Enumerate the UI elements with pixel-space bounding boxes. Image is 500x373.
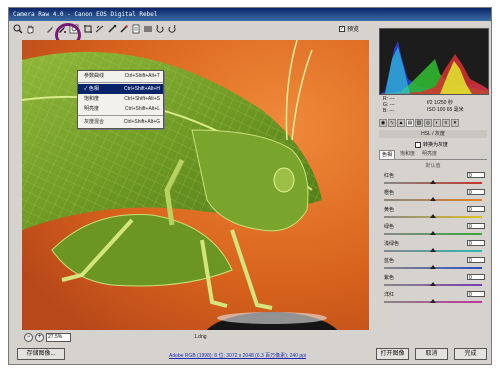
slider-thumb[interactable]: [430, 214, 436, 218]
zoom-out-button[interactable]: −: [24, 333, 33, 342]
menu-item-parametric-curve[interactable]: 参数曲线 Ctrl+Shift+Alt+T: [78, 71, 163, 81]
zoom-level-select[interactable]: 27.5%: [46, 333, 71, 342]
section-title: HSL / 灰度: [379, 130, 487, 138]
done-button[interactable]: 完成: [454, 348, 487, 360]
presets-tab-icon[interactable]: ≡: [442, 119, 450, 127]
slider-row: 蓝色 0: [382, 257, 487, 274]
hand-icon[interactable]: [25, 24, 35, 34]
slider-label: 黄色: [384, 207, 395, 213]
slider-thumb[interactable]: [430, 265, 436, 269]
slider-label: 红色: [384, 173, 395, 179]
slider-row: 洋红 0: [382, 291, 487, 308]
slider-label: 橙色: [384, 190, 395, 196]
slider-label: 绿色: [384, 224, 395, 230]
filename-label: 1.dng: [194, 334, 207, 340]
preview-label: 预览: [347, 27, 360, 33]
slider-value-input[interactable]: 0: [467, 240, 485, 247]
readout-b: B: ---: [383, 108, 395, 114]
lens-tab-icon[interactable]: ◎: [424, 119, 432, 127]
cancel-button[interactable]: 取消: [415, 348, 448, 360]
slider-value-input[interactable]: 0: [467, 206, 485, 213]
slider-value-input[interactable]: 0: [467, 189, 485, 196]
save-image-button[interactable]: 存储图像...: [17, 348, 65, 360]
menu-item-hue[interactable]: ✓ 色相 Ctrl+Shift+Alt+H: [78, 84, 163, 94]
tab-luminance[interactable]: 明亮度: [420, 150, 439, 159]
slider-row: 橙色 0: [382, 189, 487, 206]
panel-menu-icon[interactable]: ▾: [451, 119, 459, 127]
slider-row: 红色 0: [382, 172, 487, 189]
readout-exposure: f/2 1/250 秒: [427, 100, 453, 106]
readout-iso: ISO 100 65 毫米: [427, 107, 464, 113]
preview-checkbox[interactable]: ✓ 预览: [339, 24, 359, 33]
convert-grayscale-checkbox[interactable]: 转换为灰度: [415, 141, 448, 148]
preferences-icon[interactable]: [131, 24, 141, 34]
right-panel: R: --- G: --- B: --- f/2 1/250 秒 ISO 100…: [377, 22, 490, 342]
tab-saturation[interactable]: 饱和度: [398, 150, 417, 159]
slider-label: 紫色: [384, 275, 395, 281]
grasshopper-photo: [22, 40, 369, 330]
zoom-control: − + 27.5%: [24, 333, 71, 342]
split-toning-tab-icon[interactable]: ▥: [415, 119, 423, 127]
grayscale-checkbox-box[interactable]: [415, 141, 421, 148]
slider-thumb[interactable]: [430, 231, 436, 235]
slider-thumb[interactable]: [430, 248, 436, 252]
slider-row: 紫色 0: [382, 274, 487, 291]
rotate-right-icon[interactable]: [167, 24, 177, 34]
tone-curve-tab-icon[interactable]: ∿: [388, 119, 396, 127]
rotate-left-icon[interactable]: [155, 24, 165, 34]
hsl-tab-icon[interactable]: ▤: [406, 119, 414, 127]
histogram: [379, 28, 489, 95]
spot-removal-icon[interactable]: [107, 24, 117, 34]
menu-separator: [78, 115, 163, 116]
slider-thumb[interactable]: [430, 180, 436, 184]
defaults-link[interactable]: 默认值: [379, 162, 487, 169]
slider-label: 蓝色: [384, 258, 395, 264]
camera-raw-window: Camera Raw 4.0 - Canon EOS Digital Rebel…: [8, 7, 492, 365]
hsl-subtabs: 色相 饱和度 明亮度: [379, 150, 487, 160]
adjustment-dropdown-menu: 参数曲线 Ctrl+Shift+Alt+T ✓ 色相 Ctrl+Shift+Al…: [77, 70, 164, 129]
slider-label: 浅绿色: [384, 241, 400, 247]
bottom-bar: 存储图像... Adobe RGB (1998); 8 位; 3072 x 20…: [9, 346, 491, 364]
slider-value-input[interactable]: 0: [467, 172, 485, 179]
slider-value-input[interactable]: 0: [467, 257, 485, 264]
open-image-button[interactable]: 打开图像: [376, 348, 409, 360]
slider-value-input[interactable]: 0: [467, 291, 485, 298]
status-bar: − + 27.5% 1.dng: [22, 333, 369, 343]
slider-row: 绿色 0: [382, 223, 487, 240]
window-title: Camera Raw 4.0 - Canon EOS Digital Rebel: [9, 8, 491, 21]
slider-row: 黄色 0: [382, 206, 487, 223]
slider-label: 洋红: [384, 292, 395, 298]
menu-item-luminance[interactable]: 明亮度 Ctrl+Shift+Alt+L: [78, 104, 163, 114]
menu-item-saturation[interactable]: 饱和度 Ctrl+Shift+Alt+S: [78, 94, 163, 104]
zoom-in-button[interactable]: +: [35, 333, 44, 342]
slider-thumb[interactable]: [430, 282, 436, 286]
white-balance-icon[interactable]: [45, 24, 55, 34]
zoom-icon[interactable]: [13, 24, 23, 34]
preview-checkbox-box[interactable]: ✓: [339, 25, 345, 32]
panel-tab-icons: ◉ ∿ ▲ ▤ ▥ ◎ ◐ ≡ ▾: [379, 119, 487, 128]
crop-icon[interactable]: [83, 24, 93, 34]
straighten-icon[interactable]: [95, 24, 105, 34]
slider-value-input[interactable]: 0: [467, 274, 485, 281]
menu-item-grayscale-mix[interactable]: 灰度混合 Ctrl+Shift+Alt+G: [78, 117, 163, 127]
detail-tab-icon[interactable]: ▲: [397, 119, 405, 127]
list-icon[interactable]: [143, 24, 153, 34]
slider-value-input[interactable]: 0: [467, 223, 485, 230]
tab-hue[interactable]: 色相: [379, 150, 396, 159]
image-preview-canvas[interactable]: 参数曲线 Ctrl+Shift+Alt+T ✓ 色相 Ctrl+Shift+Al…: [22, 40, 369, 330]
slider-thumb[interactable]: [430, 299, 436, 303]
red-eye-icon[interactable]: [119, 24, 129, 34]
slider-thumb[interactable]: [430, 197, 436, 201]
slider-row: 浅绿色 0: [382, 240, 487, 257]
checkmark-icon: ✓: [84, 86, 88, 92]
workflow-options-link[interactable]: Adobe RGB (1998); 8 位; 3072 x 2048 (6.3 …: [169, 352, 306, 359]
exif-readout: R: --- G: --- B: --- f/2 1/250 秒 ISO 100…: [379, 96, 487, 116]
menu-separator: [78, 82, 163, 83]
basic-tab-icon[interactable]: ◉: [379, 119, 387, 127]
camera-calibration-tab-icon[interactable]: ◐: [433, 119, 441, 127]
